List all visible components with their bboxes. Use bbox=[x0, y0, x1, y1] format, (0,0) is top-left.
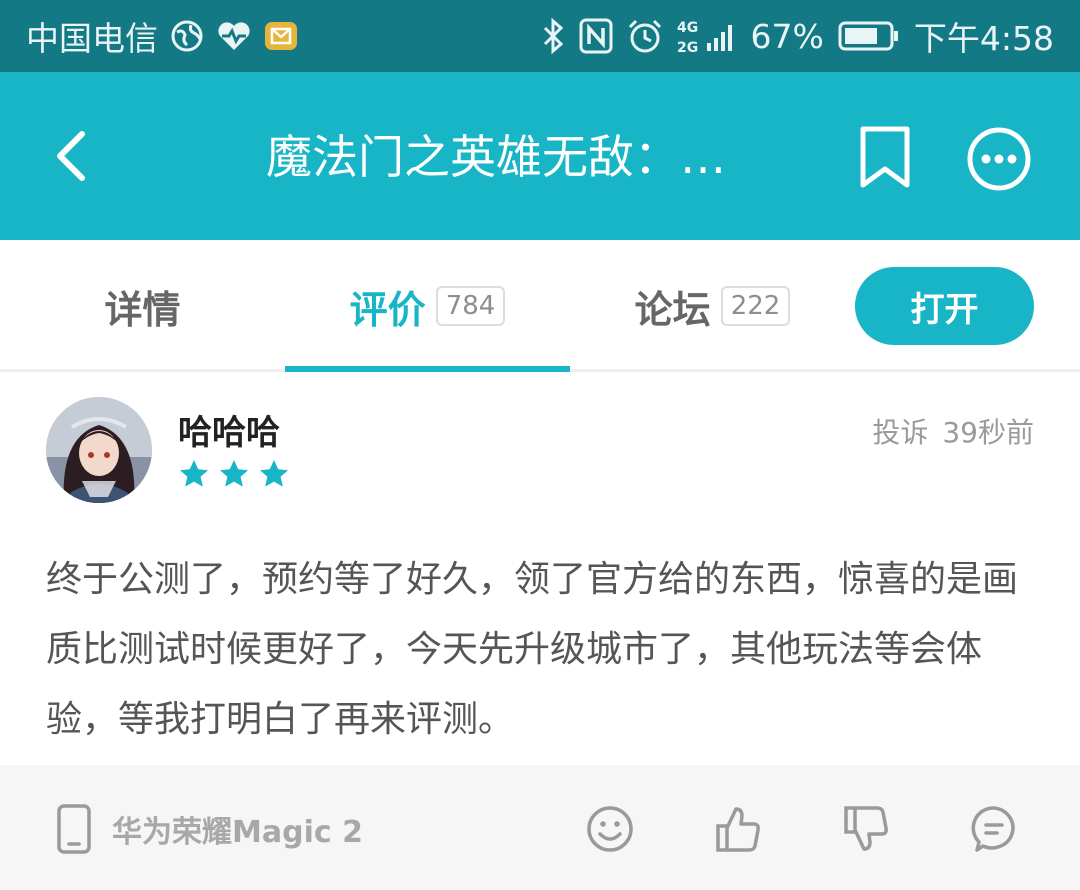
tab-reviews[interactable]: 评价 784 bbox=[285, 240, 570, 372]
phone-icon bbox=[57, 804, 91, 854]
tab-forum-label: 论坛 bbox=[634, 287, 711, 332]
tab-details[interactable]: 详情 bbox=[0, 240, 285, 372]
mail-app-icon bbox=[264, 21, 298, 51]
alarm-icon bbox=[627, 18, 663, 54]
globe-icon bbox=[170, 19, 204, 53]
like-button[interactable] bbox=[710, 801, 766, 857]
active-tab-indicator bbox=[285, 366, 570, 372]
reaction-button[interactable] bbox=[582, 801, 638, 857]
thumbs-up-icon bbox=[716, 807, 760, 852]
bookmark-icon bbox=[860, 126, 910, 188]
report-link[interactable]: 投诉 bbox=[872, 411, 928, 451]
tab-reviews-label: 评价 bbox=[349, 287, 426, 332]
avatar[interactable] bbox=[46, 397, 152, 503]
smile-icon bbox=[587, 806, 633, 852]
device-info: 华为荣耀Magic 2 bbox=[56, 803, 363, 855]
review-content: 终于公测了，预约等了好久，领了官方给的东西，惊喜的是画质比测试时候更好了，今天先… bbox=[46, 559, 1019, 740]
open-button[interactable]: 打开 bbox=[855, 267, 1034, 345]
clock: 下午4:58 bbox=[913, 19, 1054, 58]
star-icon bbox=[220, 460, 248, 487]
review-username[interactable]: 哈哈哈 bbox=[178, 405, 280, 454]
tab-details-label: 详情 bbox=[104, 287, 181, 332]
more-button[interactable] bbox=[962, 122, 1036, 196]
nfc-icon bbox=[579, 18, 613, 54]
comment-button[interactable] bbox=[966, 801, 1022, 857]
bluetooth-icon bbox=[541, 18, 565, 54]
back-icon bbox=[57, 131, 85, 181]
network-2g-label: 2G bbox=[677, 40, 698, 55]
battery-icon bbox=[838, 21, 900, 51]
review-footer: 华为荣耀Magic 2 bbox=[0, 765, 1080, 890]
tab-forum-count: 222 bbox=[720, 286, 791, 326]
device-label: 华为荣耀Magic 2 bbox=[112, 815, 363, 850]
battery-percent: 67% bbox=[750, 16, 824, 56]
back-button[interactable] bbox=[38, 122, 102, 190]
more-icon bbox=[967, 127, 1031, 191]
star-icon bbox=[180, 460, 208, 487]
heart-pulse-icon bbox=[216, 20, 252, 52]
signal-icon: 4G 2G bbox=[677, 17, 737, 55]
tab-reviews-count: 784 bbox=[435, 286, 506, 326]
review-time: 39秒前 bbox=[942, 416, 1034, 449]
status-bar: 中国电信 4G 2G 67% 下午4:58 bbox=[0, 0, 1080, 72]
review-card: 哈哈哈 投诉 39秒前 终于公测了，预约等了好久，领了官方给的东西，惊喜的是画质… bbox=[0, 375, 1080, 765]
tab-forum[interactable]: 论坛 222 bbox=[570, 240, 855, 372]
bookmark-button[interactable] bbox=[850, 122, 920, 192]
star-icon bbox=[260, 460, 288, 487]
app-bar: 魔法门之英雄无敌：… bbox=[0, 72, 1080, 240]
carrier-label: 中国电信 bbox=[26, 19, 158, 58]
network-4g-label: 4G bbox=[677, 20, 698, 36]
page-title: 魔法门之英雄无敌：… bbox=[266, 130, 726, 184]
dislike-button[interactable] bbox=[838, 801, 894, 857]
comment-icon bbox=[971, 806, 1015, 852]
thumbs-down-icon bbox=[844, 806, 888, 851]
star-rating bbox=[178, 458, 290, 490]
